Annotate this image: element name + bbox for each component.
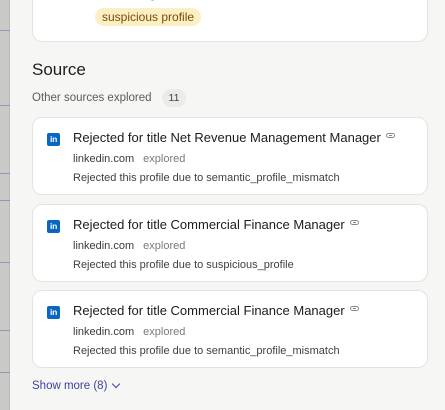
- linkedin-icon: in: [47, 306, 60, 319]
- suspicious-profile-chip: suspicious profile: [95, 8, 202, 26]
- sources-explored-row: Other sources explored 11: [32, 89, 187, 107]
- link-icon[interactable]: [349, 306, 359, 311]
- source-status: explored: [143, 240, 186, 252]
- rejection-reason: Rejected this profile due to semantic_pr…: [73, 345, 340, 357]
- source-title-row: Rejected for title Net Revenue Managemen…: [73, 130, 417, 145]
- sources-count-badge: 11: [161, 89, 187, 107]
- show-more-button[interactable]: Show more (8): [32, 379, 121, 392]
- left-panel-line: [0, 30, 10, 31]
- rejection-reason: Rejected this profile due to suspicious_…: [73, 259, 294, 271]
- linkedin-icon: in: [47, 133, 60, 146]
- source-card[interactable]: in Rejected for title Commercial Finance…: [32, 204, 428, 282]
- source-domain: linkedin.com: [73, 240, 135, 252]
- source-meta: linkedin.com explored: [73, 153, 185, 165]
- left-panel-line: [0, 330, 10, 331]
- source-status: explored: [143, 153, 186, 165]
- source-title: Rejected for title Commercial Finance Ma…: [73, 217, 345, 232]
- left-panel-edge: [0, 0, 10, 410]
- source-status: explored: [143, 326, 186, 338]
- sources-explored-label: Other sources explored: [32, 92, 152, 104]
- source-card[interactable]: in Rejected for title Net Revenue Manage…: [32, 117, 428, 195]
- source-meta: linkedin.com explored: [73, 326, 185, 338]
- previous-card: suspicious profile: [32, 0, 428, 42]
- source-title-row: Rejected for title Commercial Finance Ma…: [73, 217, 417, 232]
- show-more-label: Show more (8): [32, 380, 108, 392]
- linkedin-icon: in: [47, 220, 60, 233]
- link-icon[interactable]: [385, 133, 395, 138]
- section-title: Source: [32, 60, 86, 79]
- truncated-text-fragment: [151, 0, 154, 1]
- source-title-row: Rejected for title Commercial Finance Ma…: [73, 303, 417, 318]
- left-panel-line: [0, 372, 10, 373]
- rejection-reason: Rejected this profile due to semantic_pr…: [73, 172, 340, 184]
- chevron-down-icon: [112, 379, 121, 389]
- left-panel-line: [0, 105, 10, 106]
- source-title: Rejected for title Net Revenue Managemen…: [73, 130, 381, 145]
- source-domain: linkedin.com: [73, 153, 135, 165]
- source-card[interactable]: in Rejected for title Commercial Finance…: [32, 290, 428, 368]
- source-title: Rejected for title Commercial Finance Ma…: [73, 303, 345, 318]
- source-meta: linkedin.com explored: [73, 240, 185, 252]
- link-icon[interactable]: [349, 220, 359, 225]
- left-panel-line: [0, 262, 10, 263]
- left-panel-line: [0, 173, 10, 174]
- left-panel-line: [0, 200, 10, 201]
- source-domain: linkedin.com: [73, 326, 135, 338]
